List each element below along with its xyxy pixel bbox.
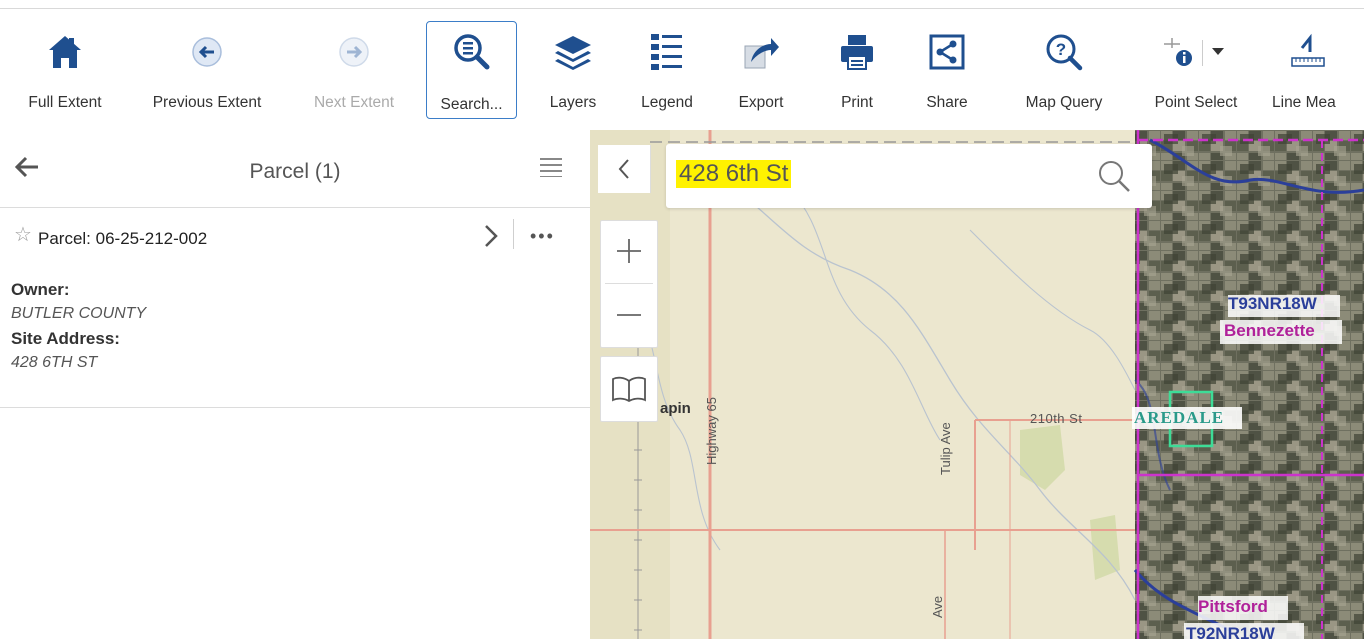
results-panel: Parcel (1) ☆ Parcel: 06-25-212-002 ••• O… — [0, 130, 591, 639]
point-select-label: Point Select — [1154, 94, 1238, 111]
print-button[interactable]: Print — [826, 20, 888, 124]
print-label: Print — [841, 94, 873, 111]
result-item[interactable]: ☆ Parcel: 06-25-212-002 ••• Owner: BUTLE… — [0, 207, 590, 408]
result-divider — [513, 219, 514, 249]
place-label-aredale: AREDALE — [1134, 408, 1225, 427]
previous-extent-button[interactable]: Previous Extent — [140, 20, 274, 124]
place-label-apin: apin — [660, 400, 691, 417]
point-select-icon — [1156, 30, 1236, 74]
zoom-divider — [605, 283, 653, 284]
search-button[interactable]: Search... — [426, 21, 517, 119]
township-label: T93NR18W — [1228, 294, 1317, 313]
search-label: Search... — [440, 96, 503, 113]
result-title: Parcel: 06-25-212-002 — [38, 229, 208, 248]
zoom-out-button[interactable] — [601, 285, 657, 345]
bookmarks-button[interactable] — [600, 356, 658, 422]
place-label-bennezette: Bennezette — [1224, 321, 1315, 340]
road-label-ave: Ave — [930, 595, 945, 618]
line-measure-label: Line Mea — [1272, 94, 1336, 111]
map-search-box[interactable]: 428 6th St — [666, 144, 1152, 208]
svg-text:?: ? — [1056, 40, 1066, 59]
collapse-panel-button[interactable] — [598, 145, 651, 193]
owner-value: BUTLER COUNTY — [11, 305, 147, 322]
minus-icon — [617, 314, 641, 316]
full-extent-button[interactable]: Full Extent — [18, 20, 112, 124]
township-label-2: T92NR18W — [1186, 624, 1275, 639]
zoom-in-button[interactable] — [601, 221, 657, 281]
toolbar: Full Extent Previous Extent Next Extent … — [0, 0, 1364, 130]
layers-icon — [551, 30, 595, 74]
share-label: Share — [926, 94, 968, 111]
layers-label: Layers — [549, 94, 597, 111]
chevron-right-icon[interactable] — [482, 223, 500, 249]
export-icon — [739, 30, 783, 74]
print-icon — [835, 30, 879, 74]
chevron-left-icon — [618, 159, 629, 179]
map-query-icon: ? — [1042, 30, 1086, 74]
zoom-control — [600, 220, 658, 348]
map-query-button[interactable]: ? Map Query — [1012, 20, 1116, 124]
next-extent-button[interactable]: Next Extent — [298, 20, 410, 124]
previous-extent-icon — [185, 30, 229, 74]
export-label: Export — [738, 94, 784, 111]
map-query-label: Map Query — [1025, 94, 1103, 111]
search-icon[interactable] — [1096, 158, 1132, 194]
book-icon — [612, 376, 646, 403]
layers-button[interactable]: Layers — [538, 20, 608, 124]
home-icon — [43, 30, 87, 74]
previous-extent-label: Previous Extent — [152, 94, 262, 111]
line-measure-button[interactable]: Line Mea — [1272, 20, 1364, 124]
point-select-button[interactable]: Point Select — [1140, 20, 1252, 124]
share-icon — [925, 30, 969, 74]
plus-icon — [617, 239, 641, 263]
owner-label: Owner: — [11, 280, 70, 299]
export-button[interactable]: Export — [724, 20, 798, 124]
next-extent-label: Next Extent — [313, 94, 395, 111]
legend-label: Legend — [641, 94, 693, 111]
road-label-210th: 210th St — [1030, 411, 1083, 426]
share-button[interactable]: Share — [918, 20, 976, 124]
road-label-tulip: Tulip Ave — [938, 422, 953, 475]
more-options-icon[interactable]: ••• — [530, 227, 555, 245]
site-address-label: Site Address: — [11, 329, 120, 348]
line-measure-icon — [1286, 30, 1330, 74]
search-input[interactable]: 428 6th St — [676, 160, 792, 188]
panel-header: Parcel (1) — [0, 130, 590, 208]
toolbar-top-divider — [0, 8, 1364, 9]
next-extent-icon — [332, 30, 376, 74]
site-address-value: 428 6TH ST — [11, 354, 98, 371]
full-extent-label: Full Extent — [28, 94, 102, 111]
panel-title: Parcel (1) — [249, 160, 341, 183]
legend-icon — [645, 30, 689, 74]
legend-button[interactable]: Legend — [630, 20, 704, 124]
favorite-star-icon[interactable]: ☆ — [14, 225, 32, 245]
panel-menu-icon[interactable] — [540, 157, 562, 178]
search-list-icon — [450, 30, 494, 74]
place-label-pittsford: Pittsford — [1198, 597, 1268, 616]
road-label-highway: Highway 65 — [704, 397, 719, 465]
